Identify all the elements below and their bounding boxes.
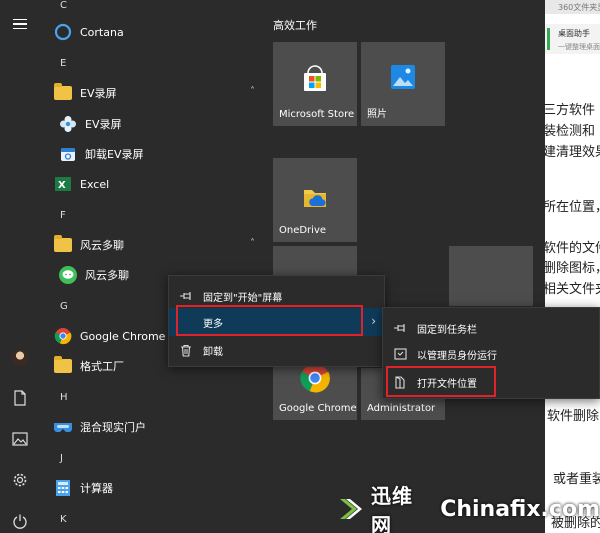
doc-line: 软件的文件 [545, 241, 600, 256]
menu-item-run-as-admin[interactable]: 以管理员身份运行 [383, 340, 599, 368]
app-label: 格式工厂 [80, 360, 124, 373]
doc-line: 建清理效果 [545, 145, 600, 160]
menu-item-label: 固定到任务栏 [417, 324, 477, 336]
letter-header-k[interactable]: K [60, 514, 67, 525]
app-mixed-reality[interactable]: 混合现实门户 [52, 413, 267, 441]
cortana-icon [52, 21, 74, 43]
menu-item-label: 固定到"开始"屏幕 [203, 292, 283, 304]
tile-label: Administrator [367, 403, 436, 414]
letter-header-f[interactable]: F [60, 210, 66, 221]
folder-icon [52, 82, 74, 104]
app-label: EV录屏 [80, 87, 117, 100]
doc-line: 软件删除 [547, 409, 600, 424]
app-excel[interactable]: X Excel [52, 170, 267, 198]
tile-microsoft-store[interactable]: Microsoft Store [273, 42, 357, 126]
hamburger-icon[interactable] [0, 6, 40, 42]
tile-placeholder-2[interactable] [449, 246, 533, 306]
svg-text:X: X [58, 180, 66, 191]
app-ev[interactable]: EV录屏 [57, 110, 272, 138]
app-label: 混合现实门户 [80, 421, 146, 434]
app-label: 风云多聊 [80, 239, 124, 252]
folder-icon [52, 355, 74, 377]
app-label: Cortana [80, 25, 124, 39]
app-label: Excel [80, 177, 110, 191]
annotation-box-open-location [386, 366, 496, 397]
uninstall-icon [57, 143, 79, 165]
letter-header-h[interactable]: H [60, 392, 68, 403]
chevron-up-icon: ˄ [250, 86, 255, 97]
app-label: Google Chrome [80, 329, 166, 343]
doc-line: 装检测和 [545, 124, 596, 139]
watermark-en: Chinafix.com [440, 496, 600, 522]
chevron-up-icon: ˄ [250, 238, 255, 249]
doc-line: 所在位置， [545, 200, 600, 215]
watermark: 迅维网 Chinafix.com [323, 484, 600, 533]
tile-label: Google Chrome [279, 403, 357, 414]
folder-icon [52, 234, 74, 256]
settings-icon[interactable] [0, 462, 40, 498]
letter-header-g[interactable]: G [60, 301, 68, 312]
app-label: 风云多聊 [85, 269, 129, 282]
assistant-card-icon [547, 28, 550, 50]
document-icon[interactable] [0, 380, 40, 416]
doc-line: 删除图标， [545, 261, 600, 276]
tile-group-title[interactable]: 高效工作 [273, 17, 317, 33]
tile-label: Microsoft Store [279, 109, 355, 120]
excel-icon: X [52, 173, 74, 195]
app-folder-ev[interactable]: EV录屏 ˄ [52, 79, 267, 107]
tile-placeholder[interactable] [273, 246, 357, 276]
letter-header-j[interactable]: J [60, 453, 63, 464]
power-icon[interactable] [0, 503, 40, 533]
store-bag-icon [273, 64, 357, 94]
watermark-cn: 迅维网 [371, 484, 413, 533]
photos-icon [361, 64, 445, 90]
pin-icon [393, 321, 407, 335]
pictures-icon[interactable] [0, 421, 40, 457]
assistant-card-title: 桌面助手 [558, 29, 590, 38]
app-ev-uninstall[interactable]: 卸载EV录屏 [57, 140, 272, 168]
annotation-box-more [176, 305, 363, 336]
ev-flower-icon [57, 113, 79, 135]
doc-line: 相关文件夹 [545, 282, 600, 297]
tile-label: 照片 [367, 109, 387, 120]
mixed-reality-icon [52, 416, 74, 438]
tile-photos[interactable]: 照片 [361, 42, 445, 126]
app-folder-fengyun[interactable]: 风云多聊 ˄ [52, 231, 267, 259]
trash-icon [179, 343, 193, 357]
app-calculator[interactable]: 计算器 [52, 474, 267, 502]
chevron-right-icon: › [371, 314, 376, 328]
menu-item-pin-taskbar[interactable]: 固定到任务栏 [383, 314, 599, 342]
browser-tab-label: 360文件夹显 [558, 3, 600, 12]
letter-header-c[interactable]: C [60, 0, 67, 11]
avatar[interactable] [0, 340, 40, 376]
assistant-card-subtitle: 一键整理桌面 [558, 43, 600, 51]
menu-item-label: 以管理员身份运行 [417, 350, 497, 362]
app-label: 卸载EV录屏 [85, 148, 144, 161]
wechat-chat-icon [57, 264, 79, 286]
tile-onedrive[interactable]: OneDrive [273, 158, 357, 242]
menu-item-uninstall[interactable]: 卸载 [169, 336, 384, 364]
letter-header-e[interactable]: E [60, 58, 66, 69]
chinafix-logo-icon [337, 495, 365, 523]
calculator-icon [52, 477, 74, 499]
app-cortana[interactable]: Cortana [52, 18, 267, 46]
doc-line: 三方软件 [545, 103, 596, 118]
chrome-icon [52, 325, 74, 347]
tile-label: OneDrive [279, 225, 327, 236]
app-label: 计算器 [80, 482, 113, 495]
onedrive-folder-icon [273, 182, 357, 212]
admin-shield-icon [393, 347, 407, 361]
app-label: EV录屏 [85, 118, 122, 131]
start-menu: C Cortana E EV录屏 ˄ EV录屏 卸载EV录屏 X Excel F… [0, 0, 600, 533]
start-rail [0, 0, 40, 533]
pin-icon [179, 289, 193, 303]
background-document: 360文件夹显 桌面助手 一键整理桌面 三方软件 装检测和 建清理效果 所在位置… [545, 0, 600, 533]
menu-item-label: 卸载 [203, 346, 223, 358]
